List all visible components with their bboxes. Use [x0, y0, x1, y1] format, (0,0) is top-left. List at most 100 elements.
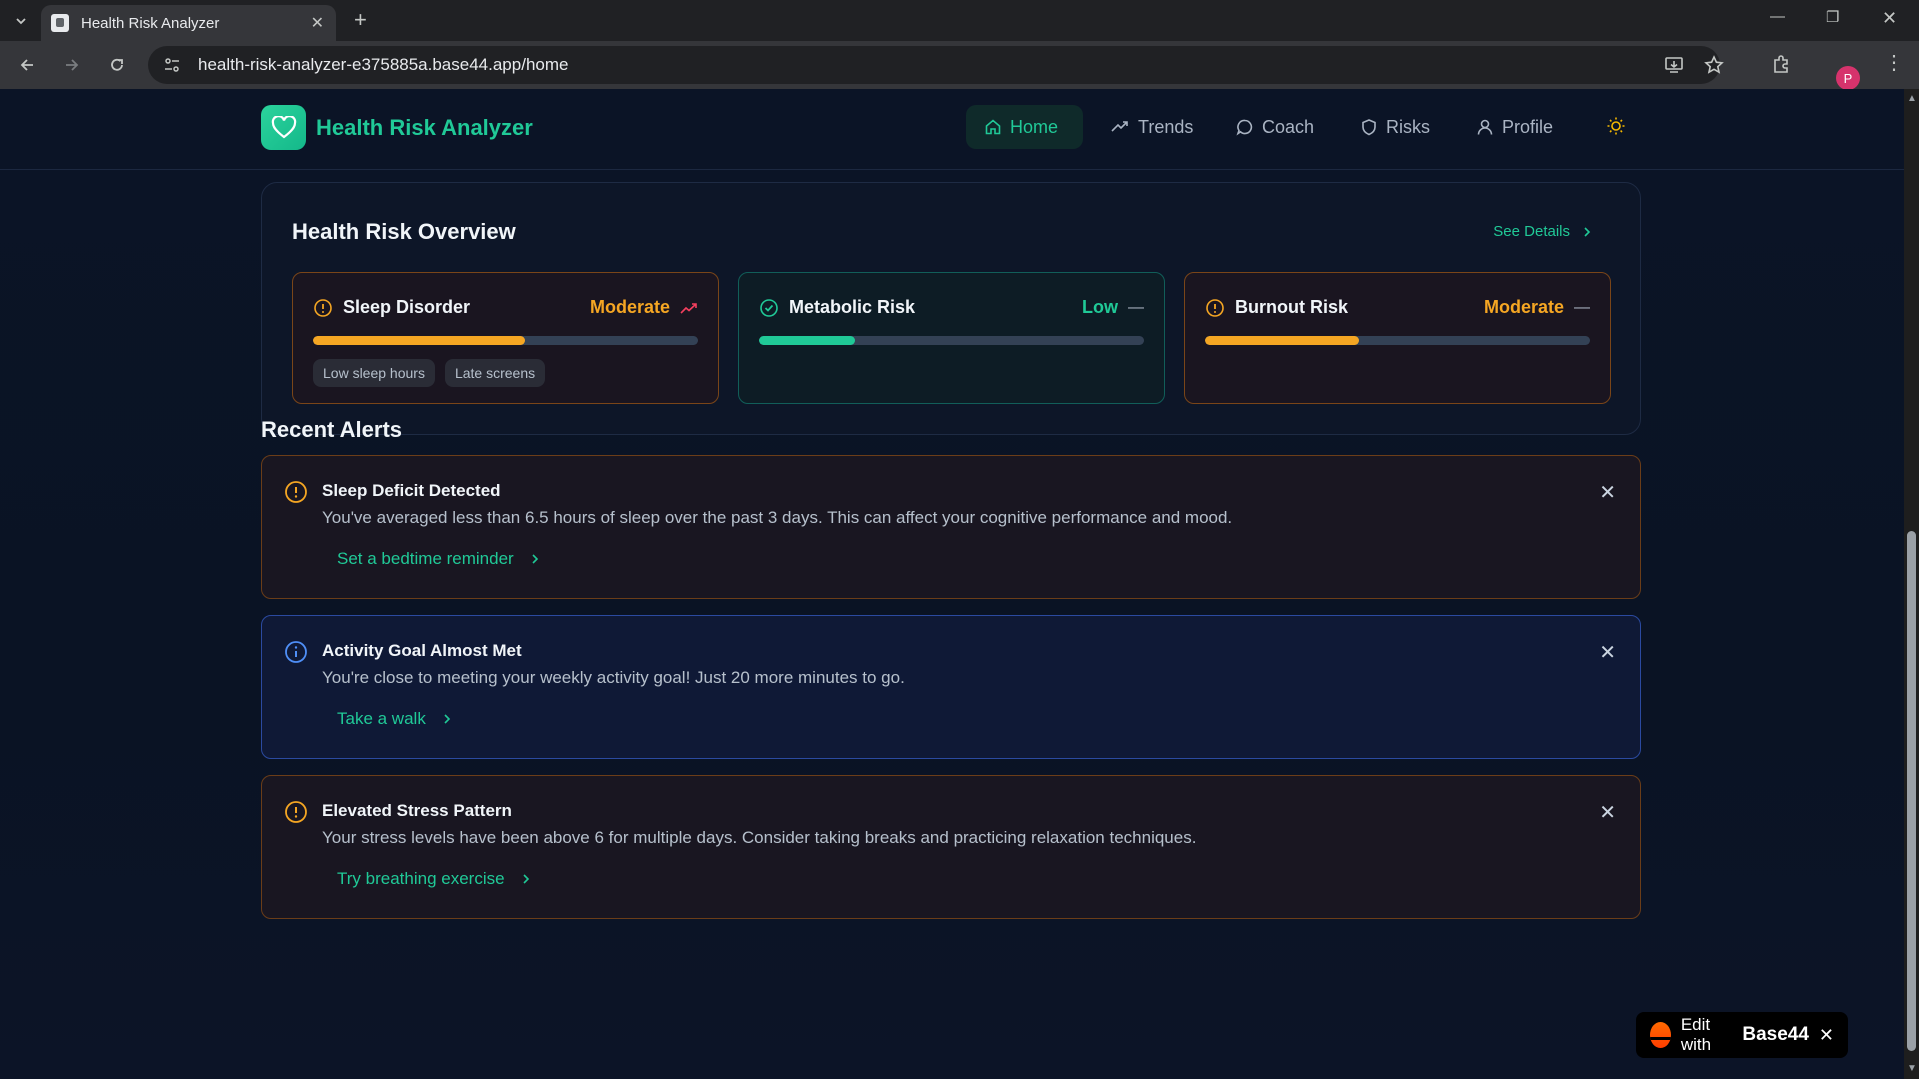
url-text[interactable]: health-risk-analyzer-e375885a.base44.app…: [198, 55, 568, 75]
install-app-icon[interactable]: [1664, 55, 1684, 80]
alert-card: Elevated Stress Pattern Your stress leve…: [261, 775, 1641, 919]
browser-tab[interactable]: Health Risk Analyzer ✕: [41, 5, 336, 41]
chevron-right-icon: [522, 874, 529, 884]
risk-progress-fill: [1205, 336, 1359, 345]
risk-progress-bar: [1205, 336, 1590, 345]
alert-circle-icon: [285, 801, 307, 823]
risk-level: Moderate: [1483, 297, 1564, 317]
alert-card: Activity Goal Almost Met You're close to…: [261, 615, 1641, 759]
alert-action-label: Take a walk: [337, 709, 426, 728]
risk-progress-fill: [313, 336, 525, 345]
overview-title: Health Risk Overview: [292, 219, 516, 244]
app-header: Health Risk Analyzer Home Trends Coach R…: [0, 89, 1904, 170]
forward-button[interactable]: [61, 54, 83, 76]
minus-icon: —: [1574, 298, 1590, 316]
alert-circle-icon: [1206, 298, 1224, 317]
risk-progress-bar: [313, 336, 698, 345]
risk-tag: Low sleep hours: [313, 359, 435, 387]
shield-icon: [1362, 119, 1376, 136]
app-page: Health Risk Analyzer Home Trends Coach R…: [0, 89, 1904, 1079]
alert-title: Sleep Deficit Detected: [322, 481, 501, 500]
chevron-right-icon: [1584, 226, 1591, 237]
risk-card-burnout[interactable]: Burnout Risk Moderate —: [1184, 272, 1611, 404]
home-icon: [985, 119, 1001, 135]
page-scrollbar[interactable]: ▲ ▼: [1904, 89, 1919, 1079]
risk-name: Metabolic Risk: [789, 297, 916, 317]
nav-risks-label: Risks: [1386, 116, 1430, 137]
reload-icon: [111, 58, 123, 71]
restore-button[interactable]: ❐: [1826, 8, 1839, 26]
favicon-icon: [51, 14, 69, 32]
risk-level: Low: [1082, 297, 1118, 317]
scroll-up-icon[interactable]: ▲: [1907, 93, 1917, 104]
site-info-icon[interactable]: [158, 51, 186, 79]
dismiss-alert-button[interactable]: ✕: [1599, 800, 1616, 825]
nav-risks[interactable]: Risks: [1342, 105, 1448, 149]
bookmark-star-icon[interactable]: [1704, 55, 1724, 80]
close-badge-button[interactable]: ✕: [1819, 1025, 1834, 1046]
scrollbar-thumb[interactable]: [1907, 531, 1916, 1051]
badge-brand: Base44: [1742, 1024, 1809, 1045]
dismiss-alert-button[interactable]: ✕: [1599, 480, 1616, 505]
nav-profile[interactable]: Profile: [1458, 105, 1571, 149]
nav-coach[interactable]: Coach: [1218, 105, 1332, 149]
tab-title: Health Risk Analyzer: [81, 14, 220, 32]
dismiss-alert-button[interactable]: ✕: [1599, 640, 1616, 665]
alert-description: Your stress levels have been above 6 for…: [322, 828, 1197, 847]
sun-icon: [1607, 117, 1625, 135]
nav-trends-label: Trends: [1138, 116, 1194, 137]
alert-action-link[interactable]: Try breathing exercise: [337, 869, 531, 889]
reload-button[interactable]: [106, 54, 128, 76]
tab-search-button[interactable]: [10, 10, 32, 32]
nav-trends[interactable]: Trends: [1092, 105, 1211, 149]
new-tab-button[interactable]: +: [354, 8, 367, 32]
alert-description: You've averaged less than 6.5 hours of s…: [322, 508, 1233, 527]
chevron-down-icon: [16, 18, 26, 25]
close-window-button[interactable]: ✕: [1882, 8, 1897, 29]
alert-description: You're close to meeting your weekly acti…: [322, 668, 905, 687]
nav-coach-label: Coach: [1262, 116, 1315, 137]
info-circle-icon: [285, 641, 307, 663]
alert-action-link[interactable]: Take a walk: [337, 709, 452, 729]
extensions-icon[interactable]: [1771, 54, 1791, 79]
risk-progress-bar: [759, 336, 1144, 345]
risk-name: Burnout Risk: [1235, 297, 1349, 317]
chevron-right-icon: [444, 714, 450, 724]
trend-icon: [1111, 121, 1128, 132]
tab-close-icon[interactable]: ✕: [311, 13, 324, 33]
profile-avatar[interactable]: P: [1836, 66, 1860, 90]
badge-text: Edit with: [1680, 1015, 1712, 1054]
alert-circle-icon: [314, 298, 332, 317]
edit-with-base44-badge[interactable]: Edit with Base44 ✕: [1636, 1012, 1848, 1058]
browser-menu-icon[interactable]: ⋮: [1884, 50, 1904, 75]
arrow-right-icon: [66, 59, 79, 71]
arrow-left-icon: [20, 59, 33, 71]
brand-name[interactable]: Health Risk Analyzer: [316, 115, 533, 141]
chevron-right-icon: [532, 554, 538, 564]
nav-home[interactable]: Home: [966, 105, 1083, 149]
app-logo[interactable]: [261, 105, 306, 150]
alert-action-link[interactable]: Set a bedtime reminder: [337, 549, 540, 569]
risk-card-sleep-disorder[interactable]: Sleep Disorder Moderate Low sleep hours …: [292, 272, 719, 404]
back-button[interactable]: [16, 54, 38, 76]
alert-card: Sleep Deficit Detected You've averaged l…: [261, 455, 1641, 599]
check-circle-icon: [760, 298, 778, 317]
alert-action-label: Try breathing exercise: [337, 869, 505, 888]
alert-action-label: Set a bedtime reminder: [337, 549, 514, 568]
risk-level: Moderate: [589, 297, 670, 317]
browser-toolbar: health-risk-analyzer-e375885a.base44.app…: [0, 41, 1919, 89]
trending-up-icon: [680, 302, 697, 314]
risk-card-metabolic[interactable]: Metabolic Risk Low —: [738, 272, 1165, 404]
heart-icon: [271, 115, 296, 138]
address-bar[interactable]: health-risk-analyzer-e375885a.base44.app…: [148, 46, 1724, 84]
risk-progress-fill: [759, 336, 856, 345]
alert-title: Elevated Stress Pattern: [322, 801, 512, 820]
base44-logo-icon: [1650, 1022, 1671, 1048]
user-icon: [1477, 119, 1493, 135]
chat-icon: [1236, 119, 1253, 136]
scroll-down-icon[interactable]: ▼: [1907, 1063, 1917, 1074]
nav-profile-label: Profile: [1502, 116, 1554, 137]
theme-toggle[interactable]: [1606, 116, 1626, 141]
minimize-button[interactable]: —: [1770, 8, 1785, 25]
see-details-link[interactable]: See Details: [1493, 223, 1592, 240]
